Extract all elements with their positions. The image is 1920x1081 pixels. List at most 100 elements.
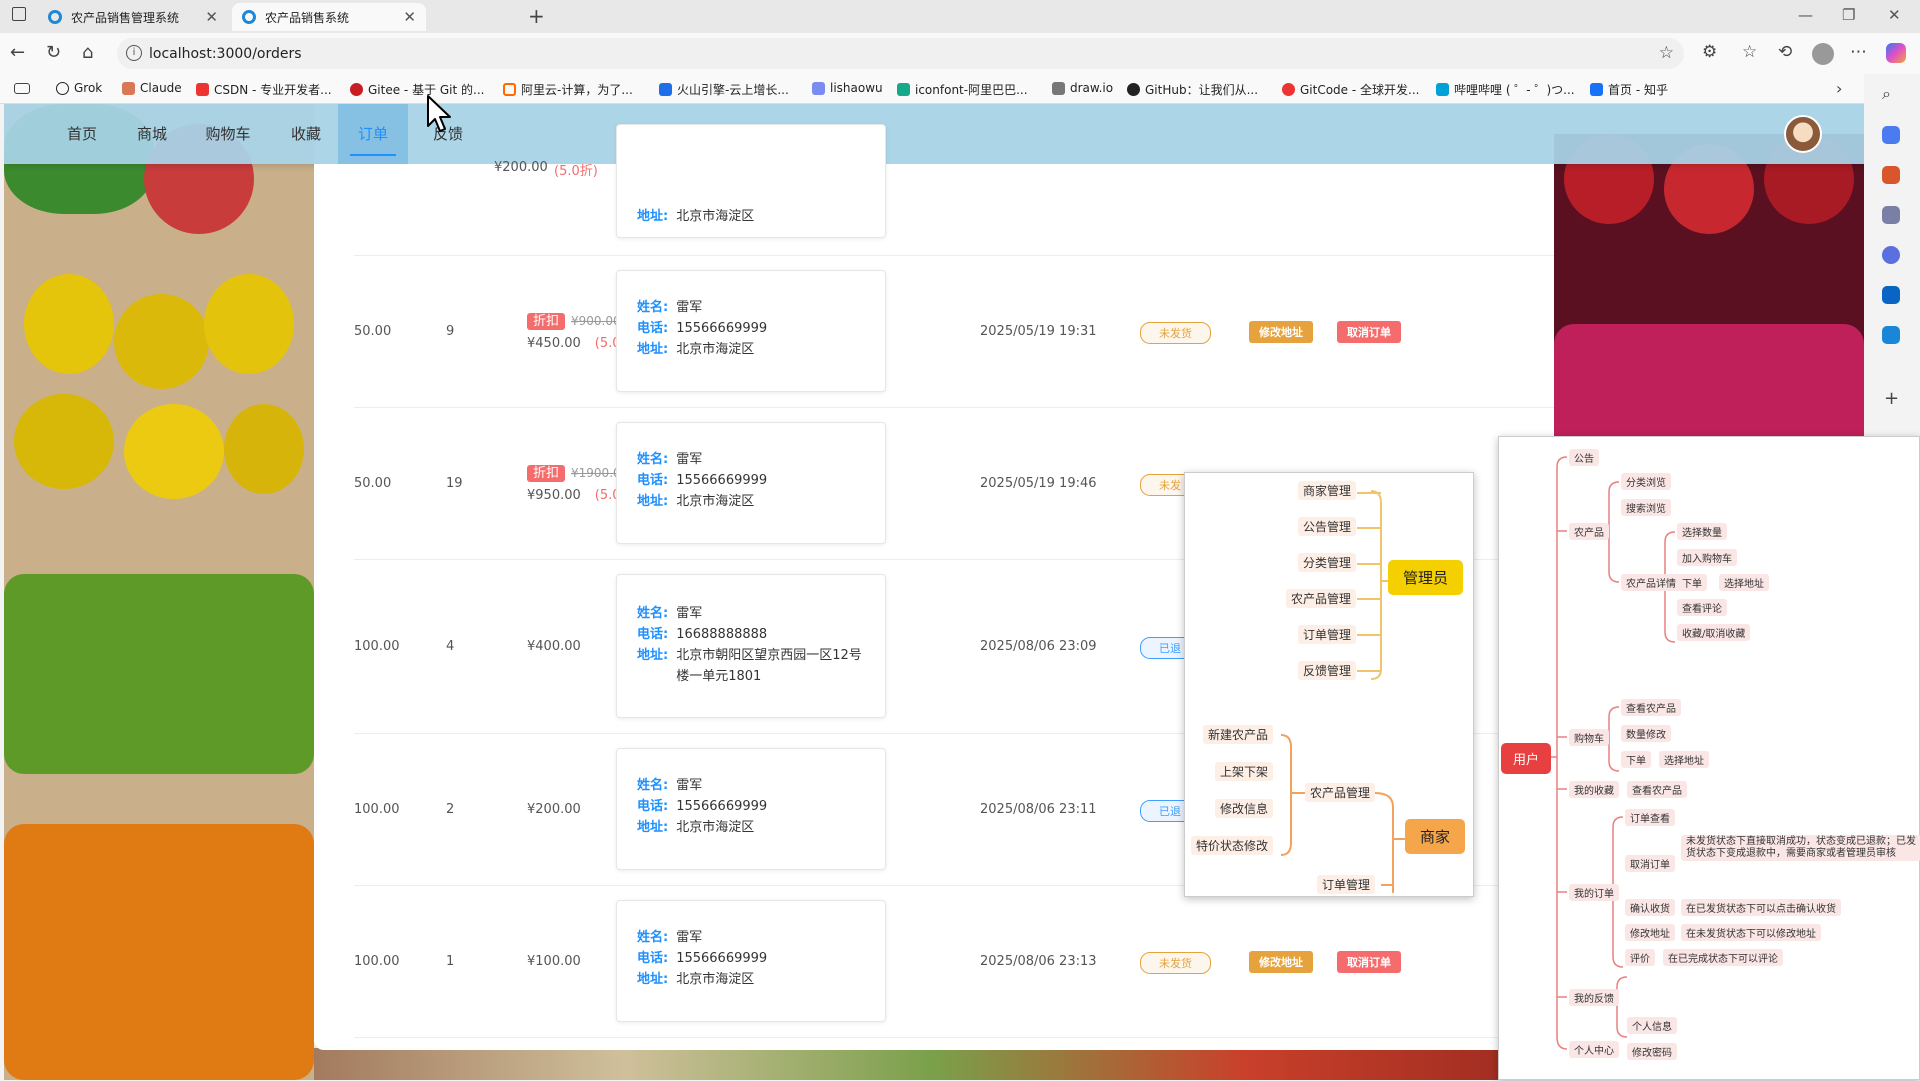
bookmark-item[interactable]: draw.io xyxy=(1052,81,1113,95)
copilot-icon[interactable] xyxy=(1886,43,1906,63)
mindmap-user-root: 用户 xyxy=(1501,743,1552,774)
bookmark-menu-icon[interactable] xyxy=(14,83,30,94)
nav-shop[interactable]: 商城 xyxy=(112,104,192,164)
sidebar-app-icon[interactable] xyxy=(1882,206,1900,224)
extensions-icon[interactable]: ⚙ xyxy=(1702,42,1717,62)
table-row: 50.009 折扣¥900.00 ¥450.00(5.0折) 姓名:雷军 电话:… xyxy=(354,256,1554,408)
table-row: 100.00 1 ¥100.00 姓名: 雷军 电话: 15566669999 地址: 北… xyxy=(354,886,1554,1038)
sidebar-app-icon[interactable] xyxy=(1882,326,1900,344)
bookmark-item[interactable]: 哔哩哔哩 ( ゜- ゜)つ... xyxy=(1436,81,1575,98)
bookmark-item[interactable]: CSDN - 专业开发者... xyxy=(196,81,332,98)
mindmap-merchant-root: 商家 xyxy=(1405,819,1466,854)
mindmap-node: 取消订单 xyxy=(1625,855,1675,872)
address-bar: ← ↻ ⌂ i localhost:3000/orders ☆ ⚙ ☆ ⟲ ⋯ xyxy=(0,33,1920,74)
sidebar-app-icon[interactable] xyxy=(1882,166,1900,184)
bookmarks-overflow-icon[interactable]: › xyxy=(1836,79,1842,98)
order-final-price: ¥450.00 xyxy=(527,336,581,351)
cancel-order-button[interactable]: 取消订单 xyxy=(1337,951,1401,973)
mindmap-node: 在未发货状态下可以修改地址 xyxy=(1681,924,1821,941)
tab-actions-icon[interactable] xyxy=(12,7,26,21)
table-row: ¥200.00 (5.0折) 地址: 北京市海淀区 xyxy=(354,124,1554,256)
bookmark-item[interactable]: GitHub：让我们从... xyxy=(1127,81,1258,98)
restore-icon[interactable]: ❐ xyxy=(1842,6,1855,24)
nav-favorites[interactable]: 收藏 xyxy=(266,104,346,164)
recipient-address: 北京市海淀区 xyxy=(676,972,755,987)
bookmark-item[interactable]: GitCode - 全球开发... xyxy=(1282,81,1419,98)
mindmap-node: 下单 xyxy=(1677,574,1707,591)
nav-home[interactable]: 首页 xyxy=(42,104,122,164)
mindmap-node: 农产品 xyxy=(1569,523,1609,540)
order-final-price: ¥200.00 xyxy=(527,802,581,817)
sidebar-app-icon[interactable] xyxy=(1882,286,1900,304)
minimize-icon[interactable]: — xyxy=(1798,6,1813,24)
mindmap-node: 在已发货状态下可以点击确认收货 xyxy=(1681,899,1841,916)
order-time: 2025/08/06 23:11 xyxy=(980,802,1097,817)
order-time: 2025/05/19 19:31 xyxy=(980,324,1097,339)
user-avatar[interactable] xyxy=(1784,115,1822,153)
unit-price: 100.00 xyxy=(354,639,400,654)
profile-icon[interactable] xyxy=(1812,43,1834,65)
address-card: 姓名: 雷军 电话: 15566669999 地址: 北京市海淀区 xyxy=(616,422,886,544)
recipient-name: 雷军 xyxy=(676,452,703,467)
nav-cart[interactable]: 购物车 xyxy=(184,104,272,164)
url-field[interactable]: i localhost:3000/orders ☆ xyxy=(117,38,1684,69)
mindmap-node: 我的收藏 xyxy=(1569,781,1619,798)
mindmap-node: 收藏/取消收藏 xyxy=(1677,624,1751,641)
tab-close-icon[interactable]: ✕ xyxy=(205,8,218,26)
order-final-price: ¥400.00 xyxy=(527,639,581,654)
bookmark-item[interactable]: 阿里云-计算，为了... xyxy=(503,81,633,98)
recipient-name: 雷军 xyxy=(676,778,703,793)
new-tab-icon[interactable]: + xyxy=(528,4,545,28)
mindmap-node: 农产品详情 xyxy=(1621,574,1681,591)
mindmap-node: 数量修改 xyxy=(1621,725,1671,742)
history-icon[interactable]: ⟲ xyxy=(1778,42,1792,62)
mindmap-node: 农产品管理 xyxy=(1286,589,1357,608)
edit-address-button[interactable]: 修改地址 xyxy=(1249,321,1313,343)
more-icon[interactable]: ⋯ xyxy=(1850,42,1867,62)
discount-badge: 折扣 xyxy=(527,313,566,330)
close-window-icon[interactable]: ✕ xyxy=(1888,6,1901,24)
cancel-order-button[interactable]: 取消订单 xyxy=(1337,321,1401,343)
back-icon[interactable]: ← xyxy=(10,42,25,63)
bookmark-item[interactable]: Grok xyxy=(56,81,102,95)
favorites-icon[interactable]: ☆ xyxy=(1742,42,1757,62)
favorite-star-icon[interactable]: ☆ xyxy=(1659,43,1674,63)
quantity: 1 xyxy=(446,954,455,969)
home-icon[interactable]: ⌂ xyxy=(82,42,93,63)
tab-2[interactable]: 农产品销售系统 ✕ xyxy=(232,3,426,31)
sidebar-add-icon[interactable]: + xyxy=(1884,388,1899,409)
bookmark-item[interactable]: 首页 - 知乎 xyxy=(1590,81,1668,98)
mindmap-node: 订单管理 xyxy=(1317,875,1376,894)
sidebar-app-icon[interactable] xyxy=(1882,126,1900,144)
mindmap-node: 农产品管理 xyxy=(1305,783,1376,802)
order-final-price: ¥950.00 xyxy=(527,488,581,503)
recipient-name: 雷军 xyxy=(676,300,703,315)
tab-1[interactable]: 农产品销售管理系统 ✕ xyxy=(38,3,228,31)
mindmap-node: 评价 xyxy=(1625,949,1655,966)
order-time: 2025/08/06 23:09 xyxy=(980,639,1097,654)
bookmark-item[interactable]: Gitee - 基于 Git 的... xyxy=(350,81,484,98)
site-info-icon[interactable]: i xyxy=(126,45,142,61)
sidebar-app-icon[interactable] xyxy=(1882,246,1900,264)
order-time: 2025/08/06 23:13 xyxy=(980,954,1097,969)
bookmark-item[interactable]: lishaowu xyxy=(812,81,883,95)
recipient-address: 北京市海淀区 xyxy=(676,342,755,357)
bookmark-item[interactable]: Claude xyxy=(122,81,182,95)
mindmap-node: 分类浏览 xyxy=(1621,473,1671,490)
refresh-icon[interactable]: ↻ xyxy=(46,42,61,63)
address-card: 姓名: 雷军 电话: 16688888888 地址: 北京市朝阳区望京西园一区12号楼… xyxy=(616,574,886,718)
unit-price: 100.00 xyxy=(354,954,400,969)
mindmap-node: 反馈管理 xyxy=(1298,661,1357,680)
status-badge: 未发货 xyxy=(1140,952,1211,974)
search-icon[interactable]: ⌕ xyxy=(1882,84,1891,104)
bookmark-item[interactable]: iconfont-阿里巴巴... xyxy=(897,81,1028,98)
edit-address-button[interactable]: 修改地址 xyxy=(1249,951,1313,973)
quantity: 19 xyxy=(446,476,463,491)
tab-close-icon[interactable]: ✕ xyxy=(403,8,416,26)
nav-orders[interactable]: 订单 xyxy=(338,104,408,164)
discount-rate: (5.0折) xyxy=(554,164,598,179)
unit-price: 50.00 xyxy=(354,476,392,491)
order-final-price: ¥200.00 xyxy=(494,160,548,175)
bookmark-item[interactable]: 火山引擎-云上增长... xyxy=(659,81,789,98)
mindmap-node: 搜索浏览 xyxy=(1621,499,1671,516)
